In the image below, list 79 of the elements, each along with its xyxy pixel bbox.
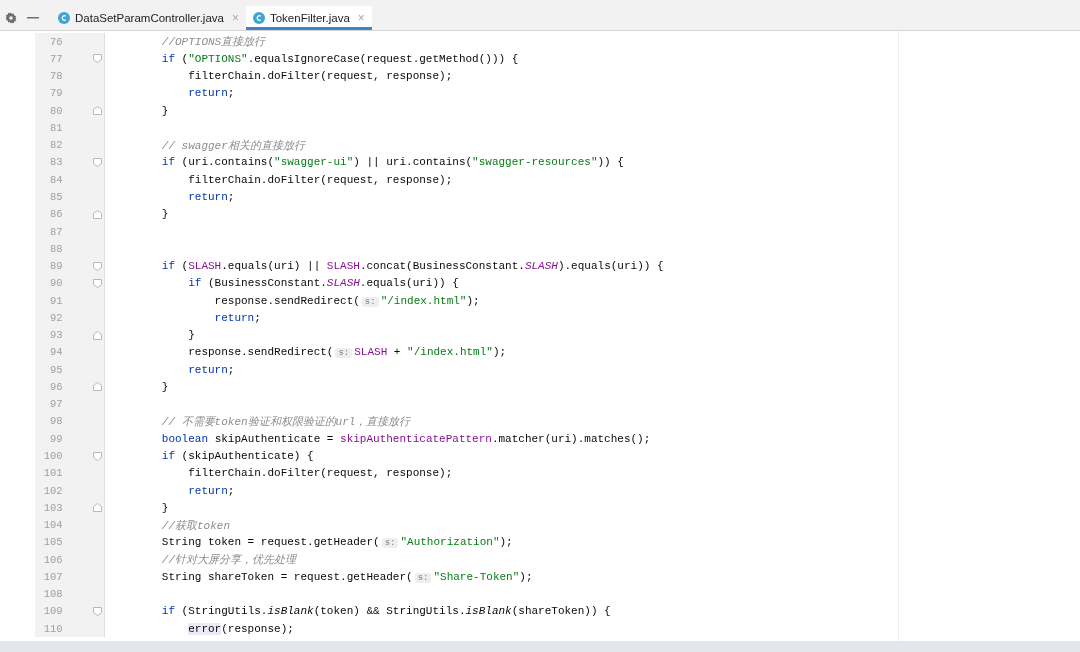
code-line: return; <box>213 311 261 324</box>
editor-tab[interactable]: TokenFilter.java × <box>245 6 372 30</box>
line-number: 105 <box>42 536 63 549</box>
line-number: 94 <box>49 346 63 359</box>
line-number: 80 <box>49 104 63 117</box>
fold-icon[interactable] <box>93 158 102 167</box>
line-number: 96 <box>49 380 63 393</box>
line-number: 89 <box>49 260 63 273</box>
line-number: 85 <box>49 191 63 203</box>
code-line: return; <box>187 363 235 376</box>
line-number: 95 <box>49 363 63 376</box>
line-number: 92 <box>49 311 63 324</box>
class-icon <box>58 12 70 24</box>
line-number: 88 <box>49 242 63 255</box>
editor-tab[interactable]: DataSetParamController.java × <box>51 6 246 30</box>
code-line: response.sendRedirect( s: SLASH + "/index.html"); <box>187 346 507 359</box>
line-number: 82 <box>49 139 63 152</box>
settings-icon[interactable] <box>5 12 17 24</box>
line-number: 109 <box>42 605 63 618</box>
minimize-icon[interactable] <box>27 17 39 19</box>
line-number: 87 <box>49 225 63 238</box>
code-line: filterChain.doFilter(request, response); <box>187 173 453 186</box>
code-line: if (uri.contains("swagger-ui") || uri.contains("swagger-resources")) { <box>160 156 624 169</box>
code-line: if (SLASH.equals(uri) || SLASH.concat(BusinessConstant.SLASH).equals(uri)) { <box>160 260 664 273</box>
code-line: //OPTIONS直接放行 <box>160 36 266 49</box>
fold-icon[interactable] <box>93 451 102 461</box>
line-number: 110 <box>42 622 63 635</box>
line-number: 106 <box>42 553 63 566</box>
line-number: 98 <box>49 415 63 428</box>
code-line: } <box>160 380 169 393</box>
line-number: 104 <box>42 519 63 532</box>
code-line: filterChain.doFilter(request, response); <box>187 467 453 480</box>
code-line: } <box>187 329 195 342</box>
line-number: 86 <box>49 208 63 221</box>
code-line: // swagger相关的直接放行 <box>160 139 305 152</box>
line-number: 81 <box>49 121 63 134</box>
code-line: // 不需要token验证和权限验证的url，直接放行 <box>160 415 411 428</box>
line-number: 84 <box>49 173 63 186</box>
code-line: filterChain.doFilter(request, response); <box>187 70 453 83</box>
code-line: //获取token <box>160 519 231 532</box>
line-number: 76 <box>49 35 63 48</box>
line-number: 97 <box>49 398 63 411</box>
code-line: String shareToken = request.getHeader( s: "Share-Token"); <box>160 570 533 583</box>
line-number: 79 <box>49 87 63 100</box>
line-number: 77 <box>49 52 63 65</box>
unfold-icon[interactable] <box>93 209 102 219</box>
line-number: 83 <box>49 156 63 169</box>
code-line: return; <box>187 484 235 497</box>
code-line: return; <box>187 191 235 203</box>
class-icon <box>252 12 265 24</box>
unfold-icon[interactable] <box>93 330 102 340</box>
fold-icon[interactable] <box>93 606 102 616</box>
line-number: 107 <box>42 570 63 583</box>
code-line: String token = request.getHeader( s: "Authorization"); <box>160 536 513 549</box>
code-line: if ("OPTIONS".equalsIgnoreCase(request.getMethod())) { <box>160 52 519 65</box>
line-number: 101 <box>42 467 63 480</box>
fold-icon[interactable] <box>93 54 102 64</box>
line-number: 103 <box>42 501 63 514</box>
code-line: return; <box>187 87 235 100</box>
code-line: if (StringUtils.isBlank(token) && StringUtils.isBlank(shareToken)) { <box>160 605 611 618</box>
code-line: if (BusinessConstant.SLASH.equals(uri)) { <box>187 277 459 290</box>
unfold-icon[interactable] <box>93 106 102 116</box>
code-line: } <box>160 208 169 221</box>
unfold-icon[interactable] <box>93 382 102 392</box>
code-line: //针对大屏分享，优先处理 <box>160 554 296 567</box>
line-number: 91 <box>49 294 63 307</box>
line-number: 99 <box>49 432 63 445</box>
code-line: } <box>160 104 169 117</box>
line-number: 108 <box>42 588 63 601</box>
code-line: } <box>160 501 169 514</box>
code-line: if (skipAuthenticate) { <box>160 450 314 462</box>
unfold-icon[interactable] <box>93 503 102 513</box>
line-number: 93 <box>49 329 63 342</box>
line-number: 90 <box>49 277 63 290</box>
line-number: 102 <box>42 484 63 497</box>
line-number: 78 <box>49 70 63 83</box>
code-line: response.sendRedirect( s: "/index.html"); <box>213 294 480 307</box>
line-number: 100 <box>42 450 63 462</box>
code-line: boolean skipAuthenticate = skipAuthenticatePattern.matcher(uri).matches(); <box>160 432 651 445</box>
